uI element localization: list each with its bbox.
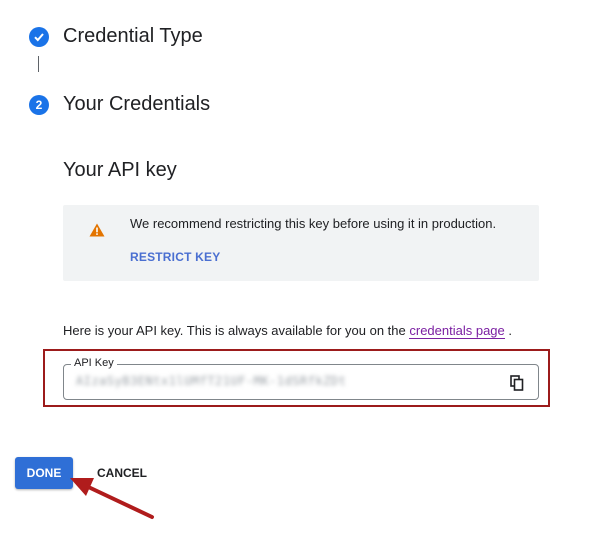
api-key-value[interactable]: AIzaSyB3ENtx1lUMfT21UF-MK-1dSRfkZDt <box>76 374 346 388</box>
cancel-button[interactable]: CANCEL <box>86 457 158 489</box>
credentials-page-link[interactable]: credentials page <box>409 323 505 339</box>
copy-icon[interactable] <box>510 375 524 391</box>
step-title-your-credentials: Your Credentials <box>63 93 211 115</box>
info-prefix: Here is your API key. This is always ava… <box>63 323 410 338</box>
step-number-icon: 2 <box>29 95 49 115</box>
section-title: Your API key <box>63 159 177 181</box>
check-icon <box>34 33 44 42</box>
restrict-key-link[interactable]: RESTRICT KEY <box>130 250 220 264</box>
warning-icon <box>89 223 105 237</box>
info-suffix: . <box>504 323 512 338</box>
warning-text: We recommend restricting this key before… <box>130 216 497 231</box>
warning-banner: We recommend restricting this key before… <box>63 205 539 281</box>
step-connector <box>38 56 39 72</box>
step-title-credential-type: Credential Type <box>63 25 203 47</box>
api-key-info: Here is your API key. This is always ava… <box>63 323 512 339</box>
api-key-field[interactable]: API Key AIzaSyB3ENtx1lUMfT21UF-MK-1dSRfk… <box>63 357 539 400</box>
step-completed-icon <box>29 27 49 47</box>
api-key-label: API Key <box>71 357 117 369</box>
done-button[interactable]: DONE <box>15 457 73 489</box>
